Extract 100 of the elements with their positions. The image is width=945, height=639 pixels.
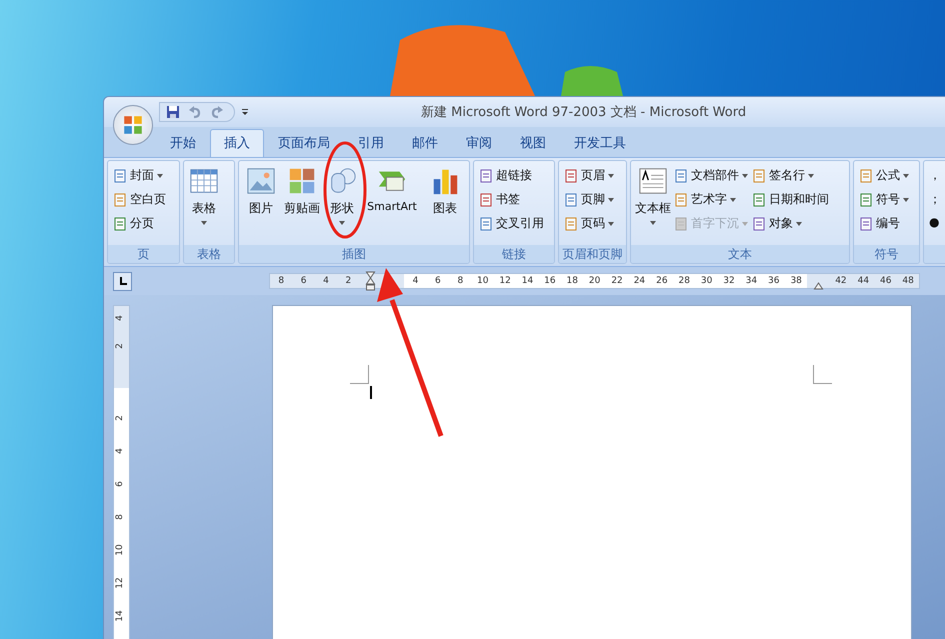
ribbon-command-icon	[637, 166, 669, 196]
ribbon-small-button[interactable]: ，	[928, 166, 942, 185]
ribbon-small-button[interactable]: 对象	[751, 214, 830, 233]
ruler-number: 10	[472, 274, 494, 288]
ribbon-large-button[interactable]: 形状	[325, 164, 359, 245]
ribbon-large-button[interactable]: 表格	[188, 164, 220, 245]
ribbon-small-button[interactable]: 符号	[858, 190, 910, 209]
ribbon-small-button[interactable]: 页脚	[563, 190, 615, 209]
ribbon-small-button[interactable]: 文档部件	[673, 166, 749, 185]
ruler-number: 6	[114, 480, 126, 489]
ribbon-small-button[interactable]: ；	[928, 190, 942, 209]
ribbon-large-button[interactable]: SmartArt	[361, 164, 423, 245]
ribbon-large-button[interactable]: 剪贴画	[281, 164, 323, 245]
ribbon-tab[interactable]: 视图	[506, 129, 560, 157]
ruler-number: 22	[606, 274, 628, 288]
ribbon-tab[interactable]: 插入	[210, 129, 264, 157]
ruler-number: 8	[449, 274, 472, 288]
ribbon-command-icon	[113, 192, 127, 206]
window-title: 新建 Microsoft Word 97-2003 文档 - Microsoft Word	[421, 104, 746, 121]
ribbon-small-button[interactable]: 超链接	[478, 166, 545, 185]
ribbon-small-button[interactable]: 分页	[112, 214, 167, 233]
ruler-number: 4	[322, 275, 330, 288]
ribbon-command-icon	[479, 192, 493, 206]
ribbon-command-icon	[479, 216, 493, 230]
ruler-number: 14	[114, 609, 126, 623]
ribbon-command-icon	[113, 168, 127, 182]
ruler-number: 20	[583, 274, 606, 288]
ruler-number: 6	[300, 275, 308, 288]
ribbon-command-icon	[479, 168, 493, 182]
ruler-number: 16	[538, 274, 562, 288]
ribbon-small-button[interactable]: 交叉引用	[478, 214, 545, 233]
ruler-number: 26	[650, 274, 674, 288]
margin-corner-mark	[813, 365, 832, 384]
ruler-number: 6	[426, 274, 450, 288]
ruler-number: 4	[404, 274, 427, 288]
ruler-number: 4	[114, 447, 126, 456]
ruler-number: 14	[516, 274, 539, 288]
customize-caret-icon[interactable]	[241, 108, 249, 116]
ruler-number: 28	[673, 274, 696, 288]
ribbon-command-icon	[674, 216, 688, 230]
margin-corner-mark	[350, 365, 369, 384]
tab-stop-icon	[118, 276, 128, 286]
ruler-number: 30	[695, 274, 718, 288]
ruler-number: 4	[114, 314, 126, 323]
ruler-number: 46	[878, 275, 892, 288]
ribbon-small-button[interactable]: 日期和时间	[751, 190, 830, 209]
ruler-number: 18	[561, 274, 584, 288]
ribbon-command-icon	[752, 216, 766, 230]
group-label: 表格	[184, 245, 234, 263]
ribbon-large-button[interactable]: 图表	[425, 164, 465, 245]
ribbon-command-icon	[113, 216, 127, 230]
ribbon-command-icon	[859, 192, 873, 206]
ruler-number: 42	[834, 275, 848, 288]
ribbon-small-button[interactable]: 编号	[858, 214, 910, 233]
group-label: 文本	[631, 245, 849, 263]
ribbon-large-button[interactable]: 文本框	[635, 164, 671, 245]
indent-marker-icon[interactable]	[365, 271, 376, 291]
group-label: 链接	[474, 245, 554, 263]
group-label: 插图	[239, 245, 469, 263]
ribbon-command-icon	[245, 166, 277, 196]
ribbon-command-icon	[564, 168, 578, 182]
save-icon[interactable]	[166, 105, 180, 119]
ribbon-command-icon	[752, 192, 766, 206]
ribbon-tab[interactable]: 引用	[344, 129, 398, 157]
ribbon-small-button[interactable]: 艺术字	[673, 190, 749, 209]
ruler-number: 34	[740, 274, 763, 288]
ribbon-command-icon	[564, 216, 578, 230]
ribbon-small-button[interactable]: 签名行	[751, 166, 830, 185]
ribbon-tab[interactable]: 邮件	[398, 129, 452, 157]
group-label: 页	[108, 245, 179, 263]
ribbon-tab[interactable]: 页面布局	[264, 129, 344, 157]
ruler-number: 8	[277, 275, 286, 288]
ribbon-small-button[interactable]: 封面	[112, 166, 167, 185]
ribbon-small-button[interactable]: 页码	[563, 214, 615, 233]
ruler-number: 12	[114, 576, 126, 590]
ribbon-tab[interactable]: 开发工具	[560, 129, 640, 157]
ribbon-large-button[interactable]: 图片	[243, 164, 279, 245]
ribbon-command-icon	[674, 168, 688, 182]
ruler-number: 10	[114, 543, 126, 557]
ruler-number: 44	[856, 275, 870, 288]
ribbon-small-button[interactable]: 公式	[858, 166, 910, 185]
ribbon-small-button[interactable]: 页眉	[563, 166, 615, 185]
ribbon-small-button[interactable]: ●	[928, 214, 942, 230]
ruler-number: 2	[344, 275, 352, 288]
ruler-number: 32	[718, 274, 740, 288]
group-label: 符号	[854, 245, 919, 263]
ribbon-small-button[interactable]: 空白页	[112, 190, 167, 209]
office-logo-icon	[122, 114, 144, 136]
ribbon-command-icon	[674, 192, 688, 206]
group-label: 页眉和页脚	[559, 245, 626, 263]
ruler-number: 8	[114, 513, 126, 522]
ribbon-command-icon	[752, 168, 766, 182]
ribbon-small-button[interactable]: 书签	[478, 190, 545, 209]
ruler-number: 2	[114, 342, 126, 351]
ruler-number: 38	[784, 274, 808, 288]
ruler-number: 12	[494, 274, 516, 288]
ribbon-tab[interactable]: 开始	[156, 129, 210, 157]
ribbon-tab[interactable]: 审阅	[452, 129, 506, 157]
text-cursor	[370, 386, 372, 399]
tab-stop-selector[interactable]	[113, 272, 132, 290]
